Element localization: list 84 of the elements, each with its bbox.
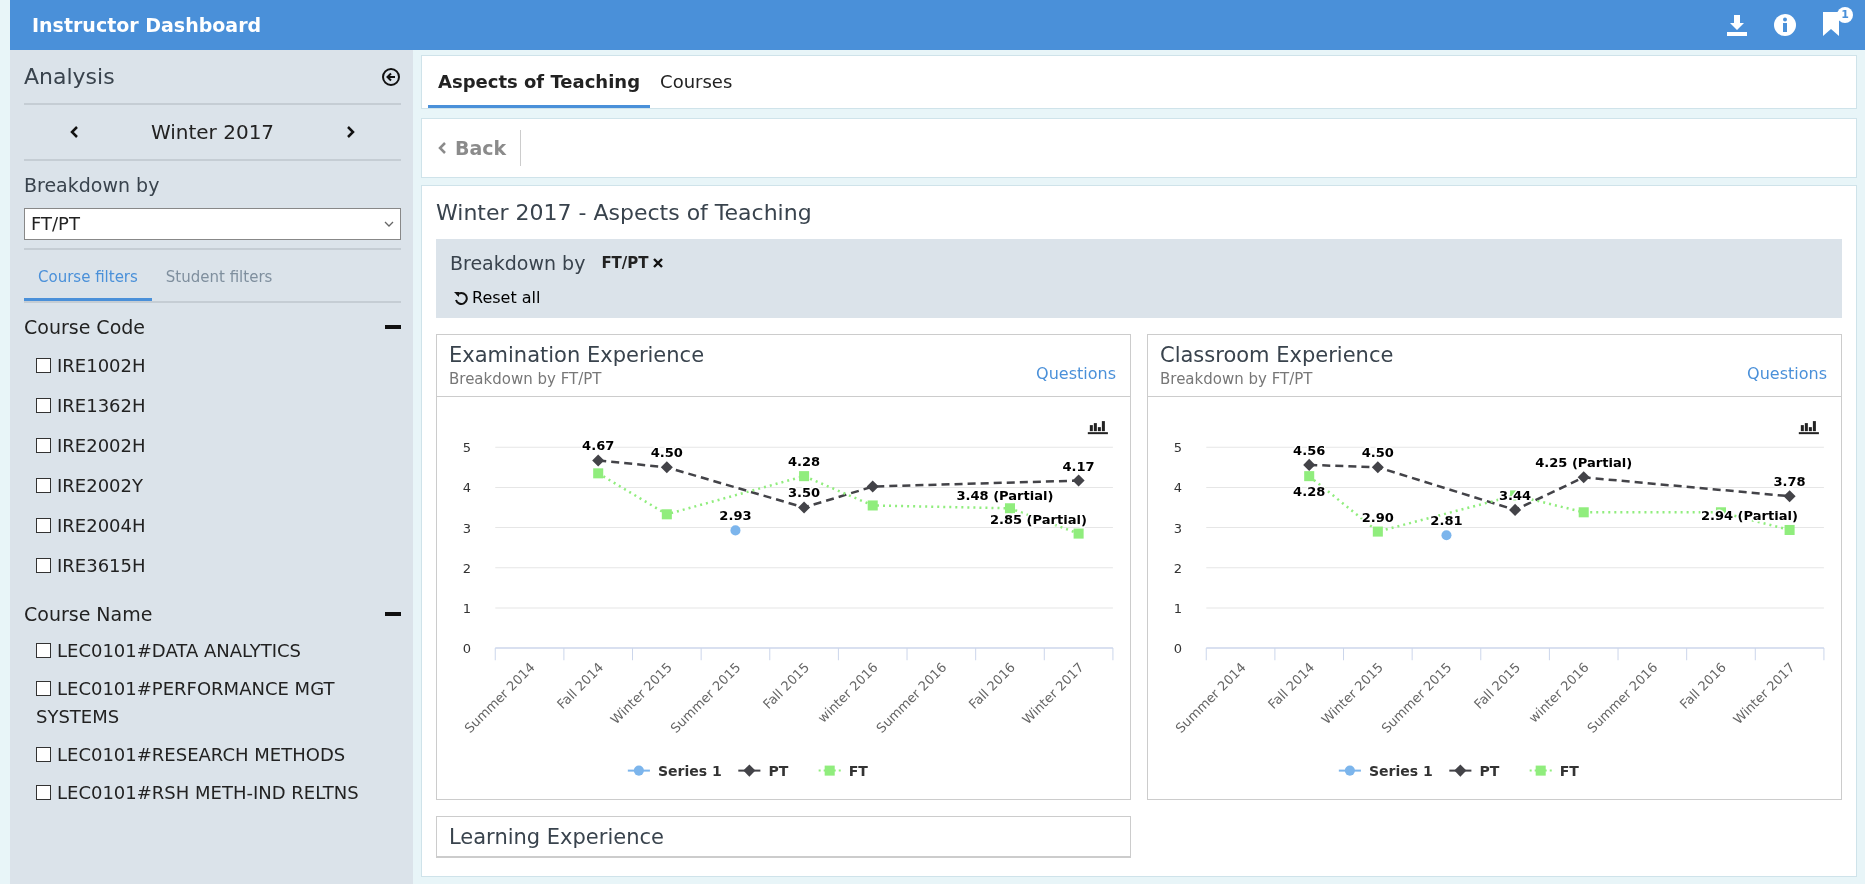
data-label: 4.28 bbox=[788, 454, 821, 470]
term-label: Winter 2017 bbox=[150, 119, 275, 146]
sidebar-title: Analysis bbox=[24, 63, 115, 91]
axis-tick-label: 4 bbox=[1173, 480, 1183, 496]
legend-item: FT bbox=[818, 762, 868, 779]
filter-tag[interactable]: FT/PT bbox=[601, 252, 663, 275]
chart-menu-icon bbox=[1087, 421, 1108, 435]
card-subtitle: Breakdown by FT/PT bbox=[1160, 368, 1314, 390]
data-label: 3.50 bbox=[788, 485, 821, 501]
chevron-right-icon[interactable] bbox=[346, 125, 357, 139]
collapse-icon[interactable] bbox=[381, 66, 401, 87]
group-title: Course Code bbox=[24, 315, 145, 340]
checkbox-item[interactable]: IRE2002Y bbox=[24, 465, 401, 506]
panel-title: Winter 2017 - Aspects of Teaching bbox=[436, 199, 813, 227]
axis-tick-label: 3 bbox=[1173, 520, 1183, 536]
data-label: 2.93 bbox=[719, 508, 752, 524]
data-label: 4.25 (Partial) bbox=[1535, 455, 1633, 471]
data-label: 4.50 bbox=[1361, 445, 1394, 461]
checkbox-item[interactable]: LEC0101#DATA ANALYTICS bbox=[24, 632, 401, 670]
data-label: 3.78 bbox=[1773, 474, 1806, 490]
card-subtitle: Breakdown by FT/PT bbox=[449, 368, 603, 390]
card-title: Learning Experience bbox=[449, 824, 664, 851]
data-label: 4.67 bbox=[582, 438, 615, 454]
reset-button[interactable]: Reset all bbox=[450, 285, 545, 310]
checkbox-item[interactable]: IRE1362H bbox=[24, 385, 401, 426]
card-title: Classroom Experience bbox=[1160, 342, 1394, 368]
group-title: Course Name bbox=[24, 601, 153, 627]
legend-item: Series 1 bbox=[627, 762, 722, 779]
info-icon[interactable] bbox=[1773, 13, 1797, 37]
data-label: 3.44 bbox=[1499, 488, 1532, 504]
axis-tick-label: 2 bbox=[1173, 560, 1183, 576]
breakdown-label: Breakdown by bbox=[24, 173, 161, 198]
data-label: 4.17 bbox=[1062, 458, 1095, 474]
checkbox-item[interactable]: IRE1002H bbox=[24, 345, 401, 386]
axis-tick-label: 1 bbox=[462, 601, 472, 617]
legend-item: FT bbox=[1529, 762, 1579, 779]
checkbox-item[interactable]: IRE2002H bbox=[24, 425, 401, 466]
axis-tick-label: 3 bbox=[462, 520, 472, 536]
undo-icon bbox=[454, 290, 468, 305]
axis-tick-label: 5 bbox=[462, 440, 472, 456]
collapse-icon[interactable] bbox=[385, 611, 401, 616]
checkbox-item[interactable]: IRE2004H bbox=[24, 505, 401, 546]
legend-item: PT bbox=[738, 762, 789, 779]
axis-tick-label: 0 bbox=[1173, 641, 1183, 657]
tab[interactable]: Aspects of Teaching bbox=[428, 56, 651, 108]
data-label: 2.90 bbox=[1361, 509, 1394, 525]
bookmark-icon[interactable] bbox=[1821, 11, 1841, 37]
checkbox-item[interactable]: LEC0101#PERFORMANCE MGT SYSTEMS bbox=[24, 670, 401, 736]
data-label: 4.56 bbox=[1293, 443, 1326, 459]
data-label: 4.50 bbox=[650, 445, 683, 461]
close-icon bbox=[652, 258, 663, 269]
chevron-left-icon bbox=[438, 141, 447, 155]
download-icon[interactable] bbox=[1725, 13, 1749, 37]
data-label: 2.94 (Partial) bbox=[1700, 508, 1798, 524]
data-label: 2.81 bbox=[1430, 513, 1463, 529]
legend-label: PT bbox=[768, 762, 789, 779]
checkbox-item[interactable]: LEC0101#RESEARCH METHODS bbox=[24, 736, 401, 774]
chevron-left-icon[interactable] bbox=[68, 125, 79, 139]
axis-tick-label: 4 bbox=[462, 480, 472, 496]
breakdown-dropdown[interactable]: FT/PT bbox=[24, 207, 401, 240]
data-label: 3.48 (Partial) bbox=[956, 488, 1054, 504]
app-title: Instructor Dashboard bbox=[32, 12, 262, 38]
caret-icon bbox=[384, 219, 394, 228]
data-label: 4.28 bbox=[1293, 484, 1326, 500]
legend-label: Series 1 bbox=[657, 762, 722, 779]
legend-item: PT bbox=[1449, 762, 1500, 779]
legend-label: FT bbox=[848, 762, 869, 779]
notification-badge: 1 bbox=[1837, 7, 1853, 23]
data-label: 2.85 (Partial) bbox=[989, 511, 1087, 527]
axis-tick-label: 0 bbox=[462, 641, 472, 657]
axis-tick-label: 1 bbox=[1173, 601, 1183, 617]
axis-tick-label: 5 bbox=[1173, 440, 1183, 456]
breakdown-label: Breakdown by bbox=[450, 251, 586, 276]
collapse-icon[interactable] bbox=[385, 325, 401, 330]
checkbox-item[interactable]: IRE3615H bbox=[24, 545, 401, 586]
legend-label: FT bbox=[1559, 762, 1580, 779]
legend-label: PT bbox=[1479, 762, 1500, 779]
card-title: Examination Experience bbox=[449, 342, 705, 368]
checkbox-item[interactable]: LEC0101#RSH METH-IND RELTNS bbox=[24, 774, 401, 812]
tab[interactable]: Courses bbox=[650, 56, 743, 108]
legend-item: Series 1 bbox=[1338, 762, 1433, 779]
legend-label: Series 1 bbox=[1368, 762, 1433, 779]
chart-menu-icon bbox=[1798, 421, 1819, 435]
axis-tick-label: 2 bbox=[462, 560, 472, 576]
